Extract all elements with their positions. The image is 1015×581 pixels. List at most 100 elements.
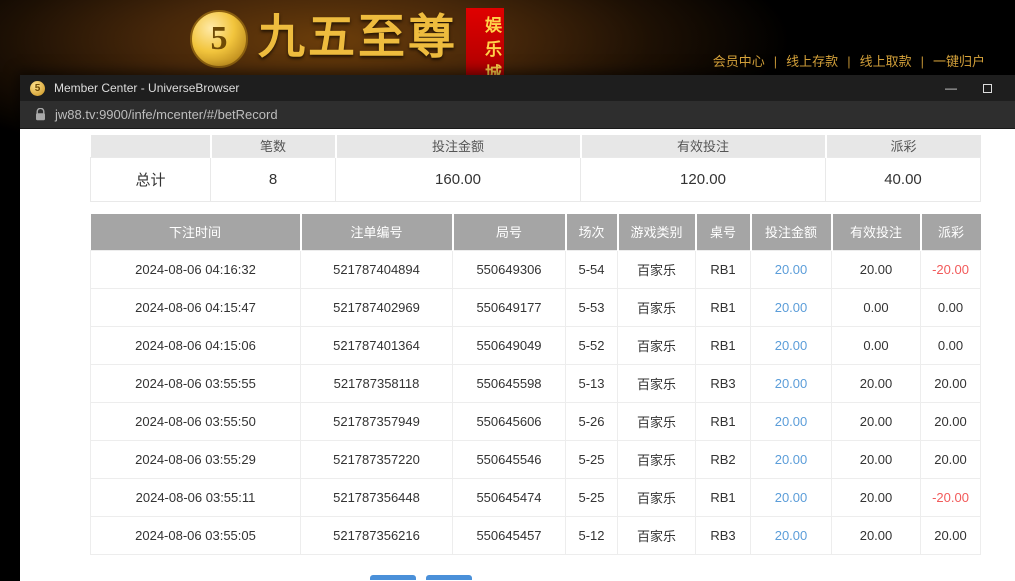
summary-table: 笔数 投注金额 有效投注 派彩 总计 8 160.00 120.00 40.00 bbox=[90, 135, 981, 202]
game-type: 百家乐 bbox=[618, 365, 696, 403]
total-count: 8 bbox=[211, 157, 336, 201]
valid-bet: 0.00 bbox=[832, 327, 921, 365]
round-id: 550645598 bbox=[453, 365, 566, 403]
bet-amount-link[interactable]: 20.00 bbox=[751, 403, 832, 441]
nav-member-center[interactable]: 会员中心 bbox=[713, 54, 765, 69]
table-no: RB1 bbox=[696, 289, 751, 327]
payout: -20.00 bbox=[921, 251, 981, 289]
table-no: RB3 bbox=[696, 517, 751, 555]
table-row: 2024-08-06 03:55:29521787357220550645546… bbox=[91, 441, 981, 479]
bet-time: 2024-08-06 04:16:32 bbox=[91, 251, 301, 289]
brand-coin-icon: 5 bbox=[190, 10, 248, 68]
table-no: RB1 bbox=[696, 327, 751, 365]
total-label: 总计 bbox=[91, 157, 211, 201]
round-id: 550649049 bbox=[453, 327, 566, 365]
payout: 20.00 bbox=[921, 517, 981, 555]
nav-online-deposit[interactable]: 线上存款 bbox=[786, 54, 838, 69]
total-bet-amount: 160.00 bbox=[336, 157, 581, 201]
game-type: 百家乐 bbox=[618, 251, 696, 289]
column-header: 场次 bbox=[566, 214, 618, 251]
window-maximize-button[interactable] bbox=[969, 75, 1005, 101]
valid-bet: 20.00 bbox=[832, 479, 921, 517]
summary-total-row: 总计 8 160.00 120.00 40.00 bbox=[91, 157, 981, 201]
bet-amount-link[interactable]: 20.00 bbox=[751, 251, 832, 289]
window-minimize-button[interactable]: — bbox=[933, 75, 969, 101]
bet-id: 521787357949 bbox=[301, 403, 453, 441]
table-no: RB1 bbox=[696, 403, 751, 441]
valid-bet: 20.00 bbox=[832, 517, 921, 555]
table-no: RB3 bbox=[696, 365, 751, 403]
table-row: 2024-08-06 03:55:11521787356448550645474… bbox=[91, 479, 981, 517]
maximize-icon bbox=[983, 84, 992, 93]
bet-amount-link[interactable]: 20.00 bbox=[751, 365, 832, 403]
table-row: 2024-08-06 04:16:32521787404894550649306… bbox=[91, 251, 981, 289]
nav-online-withdraw[interactable]: 线上取款 bbox=[860, 54, 912, 69]
summary-col-valid-bet: 有效投注 bbox=[581, 135, 826, 157]
round-id: 550649306 bbox=[453, 251, 566, 289]
column-header: 有效投注 bbox=[832, 214, 921, 251]
round-id: 550649177 bbox=[453, 289, 566, 327]
bet-id: 521787401364 bbox=[301, 327, 453, 365]
round-id: 550645546 bbox=[453, 441, 566, 479]
pagination-button[interactable] bbox=[426, 575, 472, 580]
nav-separator: | bbox=[847, 54, 850, 69]
url-text[interactable]: jw88.tv:9900/infe/mcenter/#/betRecord bbox=[55, 107, 278, 122]
game-type: 百家乐 bbox=[618, 479, 696, 517]
bet-time: 2024-08-06 03:55:05 bbox=[91, 517, 301, 555]
table-row: 2024-08-06 04:15:06521787401364550649049… bbox=[91, 327, 981, 365]
bet-table-header-row: 下注时间注单编号局号场次游戏类别桌号投注金额有效投注派彩 bbox=[91, 214, 981, 251]
round-id: 550645457 bbox=[453, 517, 566, 555]
bet-id: 521787402969 bbox=[301, 289, 453, 327]
bet-amount-link[interactable]: 20.00 bbox=[751, 479, 832, 517]
column-header: 投注金额 bbox=[751, 214, 832, 251]
bet-time: 2024-08-06 04:15:06 bbox=[91, 327, 301, 365]
valid-bet: 0.00 bbox=[832, 289, 921, 327]
session: 5-54 bbox=[566, 251, 618, 289]
lock-icon bbox=[35, 108, 46, 121]
session: 5-13 bbox=[566, 365, 618, 403]
table-row: 2024-08-06 04:15:47521787402969550649177… bbox=[91, 289, 981, 327]
bet-amount-link[interactable]: 20.00 bbox=[751, 441, 832, 479]
payout: 0.00 bbox=[921, 289, 981, 327]
column-header: 注单编号 bbox=[301, 214, 453, 251]
session: 5-12 bbox=[566, 517, 618, 555]
column-header: 桌号 bbox=[696, 214, 751, 251]
brand-name: 九五至尊 bbox=[258, 6, 458, 70]
bet-amount-link[interactable]: 20.00 bbox=[751, 517, 832, 555]
bet-id: 521787357220 bbox=[301, 441, 453, 479]
table-row: 2024-08-06 03:55:55521787358118550645598… bbox=[91, 365, 981, 403]
valid-bet: 20.00 bbox=[832, 365, 921, 403]
bet-id: 521787358118 bbox=[301, 365, 453, 403]
browser-window: 5 Member Center - UniverseBrowser — jw88… bbox=[20, 75, 1015, 581]
total-payout: 40.00 bbox=[826, 157, 981, 201]
bet-id: 521787356448 bbox=[301, 479, 453, 517]
total-valid-bet: 120.00 bbox=[581, 157, 826, 201]
round-id: 550645474 bbox=[453, 479, 566, 517]
bet-amount-link[interactable]: 20.00 bbox=[751, 327, 832, 365]
bet-time: 2024-08-06 03:55:11 bbox=[91, 479, 301, 517]
summary-col-bet-amount: 投注金额 bbox=[336, 135, 581, 157]
session: 5-52 bbox=[566, 327, 618, 365]
window-title: Member Center - UniverseBrowser bbox=[54, 81, 933, 95]
valid-bet: 20.00 bbox=[832, 403, 921, 441]
column-header: 游戏类别 bbox=[618, 214, 696, 251]
payout: -20.00 bbox=[921, 479, 981, 517]
summary-col-blank bbox=[91, 135, 211, 157]
game-type: 百家乐 bbox=[618, 441, 696, 479]
bet-id: 521787404894 bbox=[301, 251, 453, 289]
window-titlebar[interactable]: 5 Member Center - UniverseBrowser — bbox=[20, 75, 1015, 101]
session: 5-53 bbox=[566, 289, 618, 327]
bet-time: 2024-08-06 04:15:47 bbox=[91, 289, 301, 327]
bet-amount-link[interactable]: 20.00 bbox=[751, 289, 832, 327]
top-nav: 会员中心|线上存款|线上取款|一键归户 bbox=[713, 51, 985, 70]
browser-address-bar[interactable]: jw88.tv:9900/infe/mcenter/#/betRecord bbox=[20, 101, 1015, 129]
round-id: 550645606 bbox=[453, 403, 566, 441]
payout: 20.00 bbox=[921, 441, 981, 479]
pagination-button[interactable] bbox=[370, 575, 416, 580]
table-no: RB1 bbox=[696, 251, 751, 289]
bet-table-body: 2024-08-06 04:16:32521787404894550649306… bbox=[91, 251, 981, 555]
bet-time: 2024-08-06 03:55:29 bbox=[91, 441, 301, 479]
game-type: 百家乐 bbox=[618, 403, 696, 441]
valid-bet: 20.00 bbox=[832, 441, 921, 479]
nav-one-key-transfer[interactable]: 一键归户 bbox=[933, 54, 985, 69]
